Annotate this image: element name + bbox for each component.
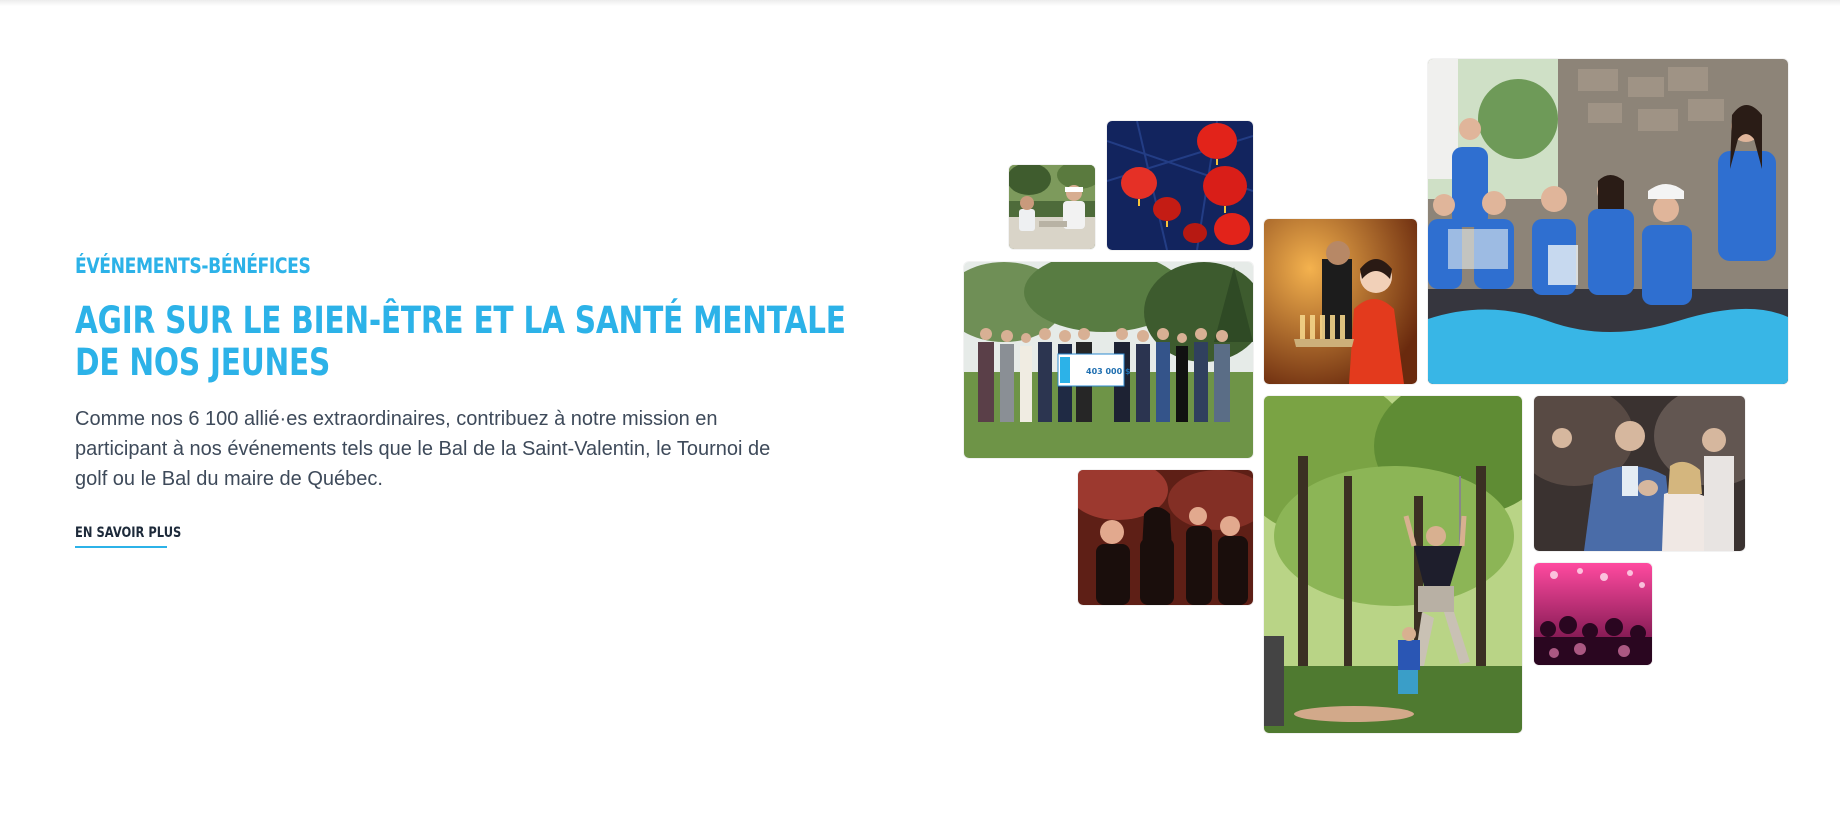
photo-gala-dinner[interactable] [1078, 470, 1253, 605]
section-eyebrow: ÉVÉNEMENTS-BÉNÉFICES [75, 254, 311, 278]
section-description: Comme nos 6 100 allié·es extraordinaires… [75, 404, 795, 494]
cheque-presentation-image: 403 000 $ [964, 262, 1253, 458]
gala-dinner-image [1078, 470, 1253, 605]
section-content: ÉVÉNEMENTS-BÉNÉFICES AGIR SUR LE BIEN-ÊT… [75, 250, 846, 548]
photo-cheque-presentation[interactable]: 403 000 $ [964, 262, 1253, 458]
photo-outdoor-table[interactable] [1009, 165, 1095, 249]
red-lanterns-image [1107, 121, 1253, 250]
outdoor-table-image [1009, 165, 1095, 249]
applauding-guests-image [1534, 396, 1745, 551]
volunteer-table-image [1428, 59, 1788, 384]
photo-champagne-server[interactable] [1264, 219, 1417, 384]
photo-party-crowd[interactable] [1534, 563, 1652, 665]
photo-red-lanterns[interactable] [1107, 121, 1253, 250]
golf-swing-image [1264, 396, 1522, 733]
photo-applauding-guests[interactable] [1534, 396, 1745, 551]
learn-more-link[interactable]: EN SAVOIR PLUS [75, 522, 182, 548]
photo-volunteer-table[interactable] [1428, 59, 1788, 384]
section-title: AGIR SUR LE BIEN-ÊTRE ET LA SANTÉ MENTAL… [75, 299, 846, 384]
section-title-line-1: AGIR SUR LE BIEN-ÊTRE ET LA SANTÉ MENTAL… [75, 299, 846, 342]
cheque-amount-text: 403 000 $ [1086, 367, 1131, 376]
learn-more-label: EN SAVOIR PLUS [75, 525, 182, 541]
header-shadow [0, 0, 1840, 6]
party-crowd-image [1534, 563, 1652, 665]
description-line-1: Comme nos 6 100 allié·es extraordinaires… [75, 408, 718, 430]
section-title-line-2: DE NOS JEUNES [75, 341, 331, 384]
champagne-server-image [1264, 219, 1417, 384]
photo-golf-swing[interactable] [1264, 396, 1522, 733]
description-line-3: golf ou le Bal du maire de Québec. [75, 468, 383, 490]
description-line-2: participant à nos événements tels que le… [75, 438, 771, 460]
